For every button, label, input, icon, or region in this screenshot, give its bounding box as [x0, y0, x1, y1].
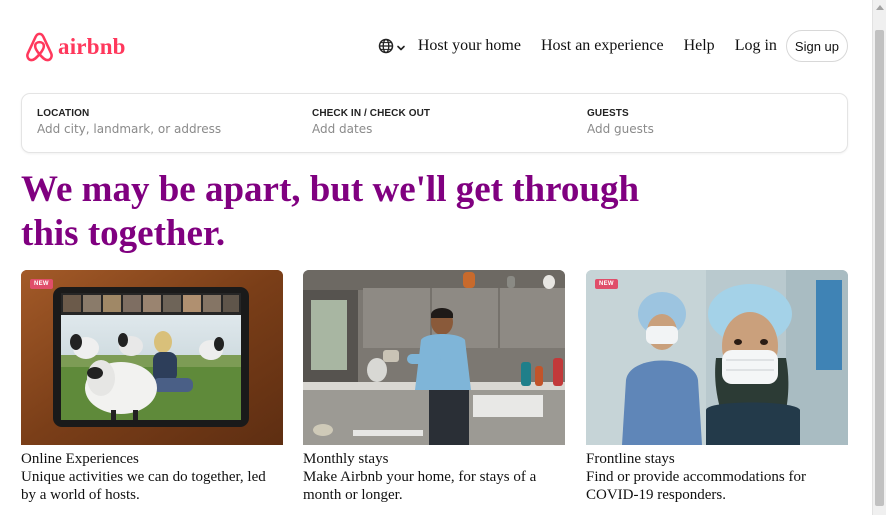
scrollbar-thumb[interactable]: [875, 30, 884, 506]
card-monthly-stays[interactable]: Monthly stays Make Airbnb your home, for…: [303, 270, 565, 504]
language-selector[interactable]: [378, 38, 406, 54]
guests-input[interactable]: [587, 122, 817, 136]
host-your-home-link[interactable]: Host your home: [418, 37, 521, 55]
card-frontline-stays[interactable]: NEW Frontline stays Find or provide acco…: [586, 270, 848, 504]
card-description: Find or provide accommodations for COVID…: [586, 469, 806, 503]
kitchen-person-image: [303, 270, 565, 445]
top-nav: Host your home Host an experience Help L…: [378, 30, 848, 62]
card-image: [303, 270, 565, 445]
card-title: Frontline stays: [586, 451, 675, 467]
card-description: Unique activities we can do together, le…: [21, 469, 266, 503]
help-link[interactable]: Help: [684, 37, 715, 55]
dates-input[interactable]: [312, 122, 542, 136]
location-input[interactable]: [37, 122, 267, 136]
card-image: NEW: [586, 270, 848, 445]
guests-field[interactable]: GUESTS: [587, 108, 817, 136]
site-header: airbnb Host your home Host an experience…: [0, 0, 872, 92]
location-field[interactable]: LOCATION: [37, 108, 267, 136]
new-badge: NEW: [30, 279, 53, 289]
card-description: Make Airbnb your home, for stays of a mo…: [303, 469, 537, 503]
hero-headline: We may be apart, but we'll get through t…: [21, 169, 640, 254]
page-scrollbar[interactable]: [872, 0, 886, 515]
globe-icon: [378, 38, 394, 54]
card-title: Online Experiences: [21, 451, 139, 467]
card-image: NEW: [21, 270, 283, 445]
brand-name: airbnb: [58, 33, 126, 59]
card-title: Monthly stays: [303, 451, 389, 467]
sign-up-button[interactable]: Sign up: [785, 30, 848, 62]
search-bar: LOCATION CHECK IN / CHECK OUT GUESTS: [21, 93, 848, 153]
scroll-up-arrow-icon[interactable]: [876, 5, 884, 10]
chevron-down-icon: [397, 45, 405, 51]
healthcare-workers-image: [586, 270, 848, 445]
new-badge: NEW: [595, 279, 618, 289]
tablet-video-call-image: [21, 270, 283, 445]
dates-field[interactable]: CHECK IN / CHECK OUT: [312, 108, 542, 136]
card-online-experiences[interactable]: NEW Online Experiences Unique activities…: [21, 270, 283, 504]
dates-label: CHECK IN / CHECK OUT: [312, 108, 431, 119]
guests-label: GUESTS: [587, 108, 629, 119]
airbnb-belo-icon: [26, 32, 53, 62]
airbnb-logo[interactable]: airbnb: [24, 30, 126, 63]
location-label: LOCATION: [37, 108, 90, 119]
log-in-link[interactable]: Log in: [735, 37, 777, 55]
host-an-experience-link[interactable]: Host an experience: [541, 37, 664, 55]
